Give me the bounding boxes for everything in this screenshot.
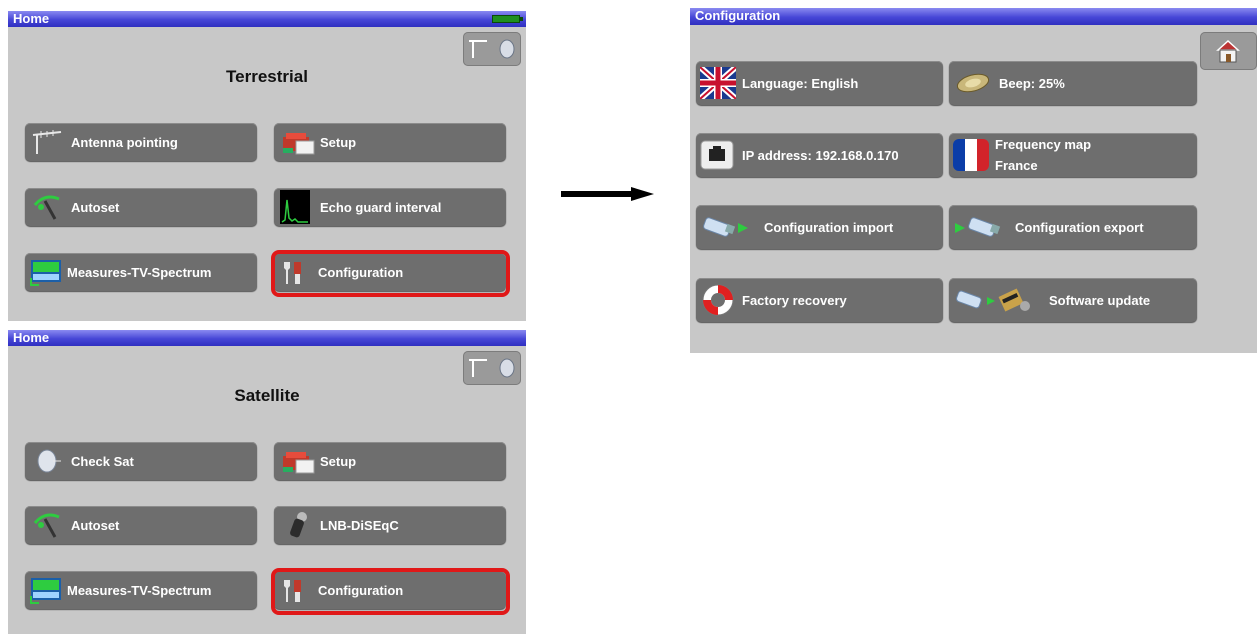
button-label: Setup xyxy=(320,453,357,469)
configuration-panel: Configuration Language: English Beep: 25… xyxy=(690,8,1257,353)
echo-graph-icon xyxy=(280,190,310,224)
title-bar: Home xyxy=(8,330,526,346)
setup-toolbox-icon xyxy=(280,447,318,475)
setup-button[interactable]: Setup xyxy=(274,442,506,480)
factory-recovery-button[interactable]: Factory recovery xyxy=(696,278,943,322)
title-bar: Home xyxy=(8,11,526,27)
check-sat-button[interactable]: Check Sat xyxy=(25,442,257,480)
echo-guard-interval-button[interactable]: Echo guard interval xyxy=(274,188,506,226)
autoset-button[interactable]: Autoset xyxy=(25,188,257,226)
window-title: Home xyxy=(13,330,50,345)
selection-highlight xyxy=(271,568,510,615)
button-label: Autoset xyxy=(71,517,120,533)
autoset-wand-icon xyxy=(31,511,65,539)
setup-button[interactable]: Setup xyxy=(274,123,506,161)
button-label: Measures-TV-Spectrum xyxy=(67,264,212,280)
ip-address-button[interactable]: IP address: 192.168.0.170 xyxy=(696,133,943,177)
satellite-home-panel: Home Satellite Check Sat Setup Autoset L… xyxy=(8,330,526,634)
lifebuoy-icon xyxy=(700,283,736,317)
measures-tv-spectrum-button[interactable]: Measures-TV-Spectrum xyxy=(25,571,257,609)
mode-toggle-button[interactable] xyxy=(463,351,521,385)
frequency-map-button[interactable]: Frequency map France xyxy=(949,133,1197,177)
right-arrow-icon xyxy=(561,187,654,201)
frequency-map-title: Frequency map xyxy=(995,137,1092,152)
button-label: Check Sat xyxy=(71,453,134,469)
autoset-wand-icon xyxy=(31,193,65,221)
measures-icon xyxy=(29,258,63,286)
setup-toolbox-icon xyxy=(280,128,318,156)
battery-icon xyxy=(492,15,523,23)
mode-toggle-button[interactable] xyxy=(463,32,521,66)
button-label: Language: English xyxy=(742,75,859,91)
uk-flag-icon xyxy=(698,64,738,102)
antenna-dish-icon xyxy=(469,358,515,378)
button-label: IP address: 192.168.0.170 xyxy=(742,147,899,163)
language-button[interactable]: Language: English xyxy=(696,61,943,105)
frequency-map-country: France xyxy=(995,158,1038,173)
antenna-icon xyxy=(31,128,65,156)
home-button[interactable] xyxy=(1200,32,1257,70)
button-label: Software update xyxy=(1049,292,1151,308)
measures-icon xyxy=(29,576,63,604)
button-label: Setup xyxy=(320,134,357,150)
button-label: Factory recovery xyxy=(742,292,847,308)
page-heading: Terrestrial xyxy=(226,67,308,86)
lnb-icon xyxy=(280,511,314,539)
beep-button[interactable]: Beep: 25% xyxy=(949,61,1197,105)
usb-update-icon xyxy=(955,286,1035,314)
button-label: Echo guard interval xyxy=(320,199,442,215)
autoset-button[interactable]: Autoset xyxy=(25,506,257,544)
speaker-icon xyxy=(953,69,993,97)
configuration-import-button[interactable]: Configuration import xyxy=(696,205,943,249)
lnb-diseqc-button[interactable]: LNB-DiSEqC xyxy=(274,506,506,544)
window-title: Home xyxy=(13,11,50,26)
window-title: Configuration xyxy=(695,8,781,23)
antenna-pointing-button[interactable]: Antenna pointing xyxy=(25,123,257,161)
button-label: Configuration export xyxy=(1015,219,1144,235)
button-label: Antenna pointing xyxy=(71,134,178,150)
page-heading: Satellite xyxy=(234,386,300,405)
measures-tv-spectrum-button[interactable]: Measures-TV-Spectrum xyxy=(25,253,257,291)
selection-highlight xyxy=(271,250,510,297)
button-label: Beep: 25% xyxy=(999,75,1065,91)
button-label: Configuration import xyxy=(764,219,894,235)
satellite-dish-icon xyxy=(31,447,65,475)
usb-import-icon xyxy=(702,213,752,241)
usb-export-icon xyxy=(953,213,1003,241)
title-bar: Configuration xyxy=(690,8,1257,25)
configuration-export-button[interactable]: Configuration export xyxy=(949,205,1197,249)
home-icon xyxy=(1216,39,1240,63)
antenna-dish-icon xyxy=(469,39,515,59)
france-flag-icon xyxy=(953,139,989,171)
button-label: LNB-DiSEqC xyxy=(320,517,399,533)
software-update-button[interactable]: Software update xyxy=(949,278,1197,322)
button-label: Frequency map France xyxy=(995,134,1091,176)
terrestrial-home-panel: Home Terrestrial Antenna pointing Setup … xyxy=(8,11,526,321)
button-label: Measures-TV-Spectrum xyxy=(67,582,212,598)
button-label: Autoset xyxy=(71,199,120,215)
network-port-icon xyxy=(700,140,734,170)
